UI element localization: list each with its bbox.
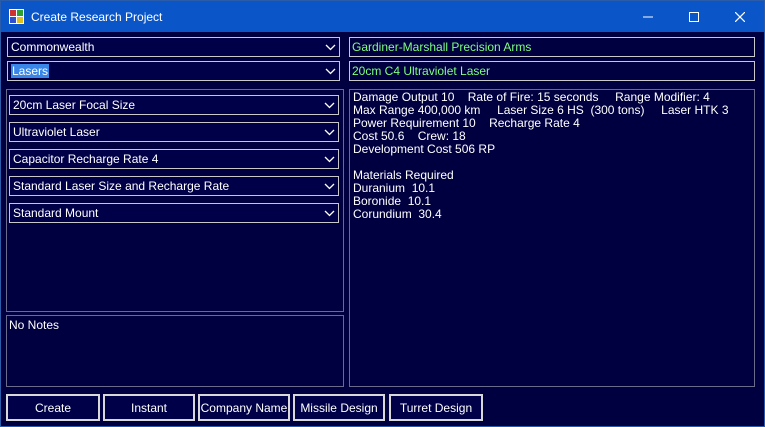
chevron-down-icon[interactable] bbox=[322, 38, 339, 56]
component-select-1[interactable]: 20cm Laser Focal Size bbox=[9, 95, 339, 115]
close-icon bbox=[735, 11, 745, 22]
component-select-5[interactable]: Standard Mount bbox=[9, 203, 339, 223]
close-button[interactable] bbox=[717, 1, 763, 32]
instant-button[interactable]: Instant bbox=[103, 394, 195, 421]
component-select-2[interactable]: Ultraviolet Laser bbox=[9, 122, 339, 142]
chevron-down-icon[interactable] bbox=[321, 150, 338, 168]
company-name-button[interactable]: Company Name bbox=[198, 394, 290, 421]
chevron-down-icon[interactable] bbox=[321, 204, 338, 222]
create-button[interactable]: Create bbox=[6, 394, 100, 421]
app-icon bbox=[9, 9, 24, 24]
project-name-field[interactable]: 20cm C4 Ultraviolet Laser bbox=[349, 61, 755, 81]
minimize-button[interactable] bbox=[625, 1, 671, 32]
component-select-4[interactable]: Standard Laser Size and Recharge Rate bbox=[9, 176, 339, 196]
company-name-field[interactable]: Gardiner-Marshall Precision Arms bbox=[349, 37, 755, 57]
chevron-down-icon[interactable] bbox=[321, 177, 338, 195]
notes-text: No Notes bbox=[9, 318, 60, 332]
race-select-value: Commonwealth bbox=[11, 40, 95, 54]
missile-design-button[interactable]: Missile Design bbox=[293, 394, 385, 421]
create-research-project-window: Create Research Project Commonwealth Las… bbox=[0, 0, 765, 427]
material-line: Corundium 30.4 bbox=[353, 207, 442, 221]
category-select[interactable]: Lasers bbox=[7, 61, 340, 81]
maximize-button[interactable] bbox=[671, 1, 717, 32]
turret-design-button[interactable]: Turret Design bbox=[389, 394, 483, 421]
info-line: Development Cost 506 RP bbox=[353, 142, 496, 156]
notes-textarea[interactable]: No Notes bbox=[6, 315, 344, 387]
race-select[interactable]: Commonwealth bbox=[7, 37, 340, 57]
project-info-panel: Damage Output 10 Rate of Fire: 15 second… bbox=[349, 89, 755, 387]
project-info-text: Damage Output 10 Rate of Fire: 15 second… bbox=[353, 91, 729, 221]
title-bar: Create Research Project bbox=[1, 1, 764, 32]
component-select-3[interactable]: Capacitor Recharge Rate 4 bbox=[9, 149, 339, 169]
chevron-down-icon[interactable] bbox=[321, 96, 338, 114]
chevron-down-icon[interactable] bbox=[322, 62, 339, 80]
maximize-icon bbox=[689, 11, 699, 22]
minimize-icon bbox=[643, 16, 653, 17]
window-title: Create Research Project bbox=[31, 10, 163, 24]
chevron-down-icon[interactable] bbox=[321, 123, 338, 141]
category-select-value: Lasers bbox=[11, 64, 50, 78]
